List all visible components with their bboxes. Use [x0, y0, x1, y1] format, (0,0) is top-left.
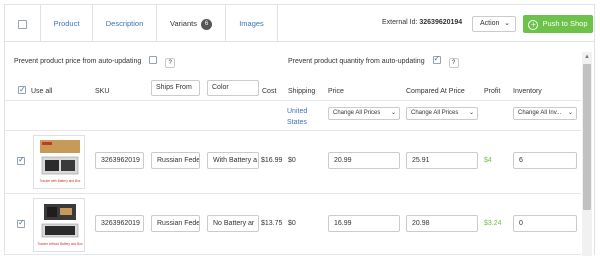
help-icon[interactable]: ?	[448, 58, 459, 68]
cost-header: Cost	[262, 88, 277, 95]
profit-value: $3.24	[484, 220, 502, 227]
product-editor: Product Description Variants 6 Images Ext…	[0, 0, 600, 256]
tab-bar: Product Description Variants 6 Images Ext…	[4, 4, 595, 44]
use-all-checkbox[interactable]	[18, 84, 26, 96]
inventory-input[interactable]: 0	[513, 215, 577, 232]
tab-images[interactable]: Images	[226, 5, 278, 43]
prevent-price-option: Prevent product price from auto-updating…	[14, 56, 176, 68]
change-all-compare-prices-label: Change All Prices	[411, 110, 459, 116]
action-dropdown-label: Action	[480, 20, 500, 27]
compare-at-price-header: Compared At Price	[406, 88, 465, 95]
plus-icon: +	[528, 20, 539, 30]
prevent-quantity-option: Prevent product quantity from auto-updat…	[288, 54, 459, 68]
scroll-up-arrow-icon[interactable]: ▲	[583, 53, 591, 61]
select-product-checkbox-cell	[5, 5, 41, 43]
thumbnail-caption: Tracker with Battery and Box	[39, 179, 81, 183]
inventory-input[interactable]: 6	[513, 152, 577, 169]
divider	[5, 130, 581, 131]
compare-at-price-input[interactable]: 25.91	[406, 152, 478, 169]
divider	[5, 100, 581, 101]
external-id: External Id: 32639620194	[382, 19, 462, 26]
tab-variants[interactable]: Variants 6	[157, 5, 226, 44]
help-icon[interactable]: ?	[165, 58, 176, 68]
vertical-scrollbar[interactable]: ▲	[582, 52, 592, 256]
compare-at-price-input[interactable]: 20.98	[406, 215, 478, 232]
thumbnail-caption: Tracker without Battery and Box	[37, 242, 83, 246]
change-all-compare-prices-select[interactable]: Change All Prices ⌄	[406, 107, 478, 120]
variants-count-badge: 6	[200, 18, 212, 30]
scroll-thumb[interactable]	[583, 64, 591, 210]
cost-value: $16.99	[261, 157, 283, 164]
prevent-quantity-label: Prevent product quantity from auto-updat…	[288, 58, 425, 65]
prevent-quantity-checkbox[interactable]	[432, 54, 441, 64]
tab-product[interactable]: Product	[41, 5, 93, 43]
price-input[interactable]: 20.99	[328, 152, 400, 169]
push-to-shop-button[interactable]: + Push to Shop	[523, 15, 593, 33]
chevron-down-icon: ⌄	[468, 110, 474, 116]
sku-field[interactable]: 3263962019	[95, 215, 144, 232]
change-all-inventory-select[interactable]: Change All Inv... ⌄	[513, 107, 577, 120]
shipping-country-link[interactable]: United States	[287, 106, 317, 128]
color-field[interactable]: With Battery a	[207, 152, 259, 169]
external-id-value: 32639620194	[419, 19, 463, 26]
prevent-price-label: Prevent product price from auto-updating	[14, 58, 142, 65]
row-checkbox[interactable]	[17, 155, 25, 165]
use-all-header: Use all	[18, 84, 53, 98]
ships-from-header-input[interactable]: Ships From	[151, 80, 200, 96]
color-field[interactable]: No Battery ar	[207, 215, 259, 232]
push-to-shop-label: Push to Shop	[542, 19, 588, 28]
ships-from-field[interactable]: Russian Fede	[151, 215, 200, 232]
price-input[interactable]: 16.99	[328, 215, 400, 232]
prevent-price-checkbox[interactable]	[149, 56, 158, 64]
row-checkbox[interactable]	[17, 218, 25, 228]
sku-header: SKU	[95, 88, 110, 95]
sku-field[interactable]: 3263962019	[95, 152, 144, 169]
inventory-header: Inventory	[513, 88, 542, 95]
variant-thumbnail[interactable]: Tracker with Battery and Box	[33, 135, 85, 189]
profit-header: Profit	[484, 88, 501, 95]
shipping-value: $0	[288, 157, 296, 164]
shipping-value: $0	[288, 220, 296, 227]
use-all-label: Use all	[30, 88, 53, 95]
tab-variants-label: Variants	[170, 19, 197, 28]
action-dropdown[interactable]: Action ⌄	[472, 16, 516, 32]
tab-description[interactable]: Description	[93, 5, 157, 43]
variants-panel: Prevent product price from auto-updating…	[4, 41, 595, 256]
color-header-input[interactable]: Color	[207, 80, 259, 96]
chevron-down-icon: ⌄	[504, 20, 510, 27]
change-all-prices-select[interactable]: Change All Prices ⌄	[328, 107, 400, 120]
change-all-inventory-label: Change All Inv...	[518, 110, 562, 116]
chevron-down-icon: ⌄	[390, 110, 396, 116]
price-header: Price	[328, 88, 344, 95]
divider	[5, 193, 581, 194]
external-id-label: External Id:	[382, 19, 418, 26]
change-all-prices-label: Change All Prices	[333, 110, 381, 116]
cost-value: $13.75	[261, 220, 283, 227]
profit-value: $4	[484, 157, 492, 164]
shipping-header: Shipping	[288, 88, 316, 95]
variant-thumbnail[interactable]: Tracker without Battery and Box	[33, 198, 85, 252]
select-product-checkbox[interactable]	[18, 20, 27, 29]
chevron-down-icon: ⌄	[567, 110, 573, 116]
ships-from-field[interactable]: Russian Fede	[151, 152, 200, 169]
